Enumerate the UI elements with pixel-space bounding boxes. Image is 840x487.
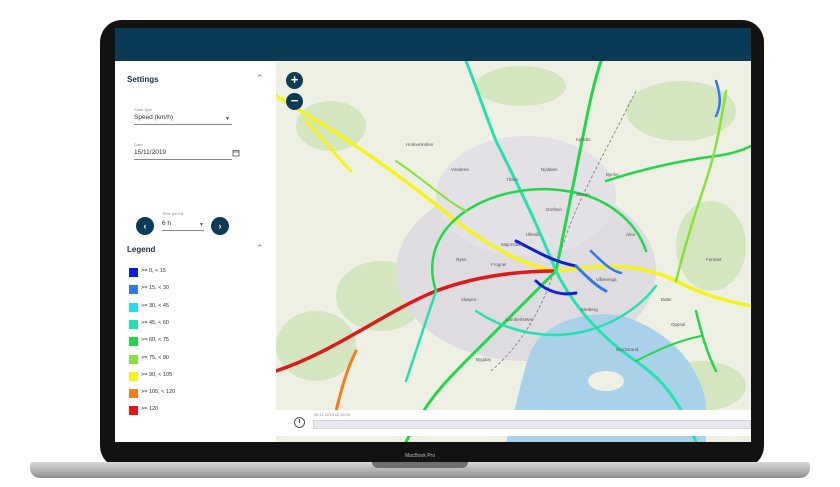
map-place-label: Nordstrand (616, 347, 639, 352)
legend-label: >= 90, < 105 (141, 371, 173, 378)
state-type-underline (134, 124, 232, 125)
park-area (476, 66, 566, 106)
laptop-screen: Settings ⌃ State type Speed (km/h) ▼ Dat… (115, 28, 751, 442)
legend-label: >= 0, < 15 (141, 268, 166, 274)
map-place-label: Vinderen (451, 167, 469, 172)
legend-swatch (129, 268, 138, 277)
legend-swatch (129, 319, 138, 329)
map-place-label: Bøler (661, 297, 672, 302)
park-area (296, 101, 366, 151)
timeline-bar: 06.11.2019 11:15:00 (276, 410, 751, 436)
traffic-map[interactable]: Ryen Bjerke Alna Lambertseter Furuset Bygdøy E… (276, 61, 751, 442)
previous-period-button[interactable]: ‹ (136, 217, 154, 235)
island (588, 371, 624, 391)
chevron-down-icon[interactable]: ▼ (225, 116, 230, 122)
legend-swatch (129, 302, 138, 312)
map-place-label: Grefsen (546, 207, 563, 212)
legend-swatch (129, 285, 138, 295)
legend-swatch (129, 406, 138, 416)
legend-label: >= 45, < 60 (141, 319, 169, 326)
zoom-out-button[interactable]: − (286, 93, 303, 110)
legend-label: >= 105, < 120 (141, 389, 176, 396)
legend-swatch (129, 371, 138, 381)
chevron-up-icon[interactable]: ⌃ (256, 73, 264, 84)
legend-label: >= 120 (141, 406, 159, 413)
sidebar: Settings ⌃ State type Speed (km/h) ▼ Dat… (115, 61, 276, 442)
date-underline (134, 159, 232, 160)
time-period-select[interactable]: 6 h (162, 220, 171, 227)
legend-swatch (129, 389, 138, 399)
legend-swatch (129, 354, 138, 364)
map-place-label: Nydalen (541, 167, 558, 172)
time-period-underline (162, 230, 204, 231)
map-place-label: Kjelsås (576, 136, 591, 142)
legend-label: >= 15, < 30 (141, 285, 169, 292)
calendar-icon[interactable] (232, 149, 240, 157)
map-place-label: Oppsal (671, 322, 685, 327)
map-place-label: Majorstuen (501, 242, 524, 247)
zoom-in-button[interactable]: + (286, 72, 303, 89)
laptop-brand-label: MacBook Pro (404, 453, 435, 459)
map-canvas[interactable]: Ryen Bjerke Alna Lambertseter Furuset Bygdøy E… (276, 61, 751, 442)
chevron-down-icon[interactable]: ▼ (199, 222, 204, 228)
map-place-label: Holmenkollen (406, 142, 434, 147)
next-period-button[interactable]: › (211, 217, 229, 235)
date-label: Date (134, 142, 143, 147)
map-place-label: Alna (626, 232, 636, 237)
legend-label: >= 30, < 45 (141, 302, 169, 309)
legend-label: >= 75, < 90 (141, 354, 169, 361)
date-input[interactable]: 15/11/2019 (134, 149, 166, 156)
laptop-notch (372, 462, 468, 468)
map-place-label: Furuset (706, 257, 722, 262)
legend-label: >= 60, < 75 (141, 337, 169, 344)
map-place-label: Ekeberg (581, 307, 598, 312)
settings-title: Settings (127, 75, 159, 84)
state-type-select[interactable]: Speed (km/h) (134, 114, 173, 121)
state-type-label: State type (134, 107, 153, 112)
timeline-slider[interactable] (313, 420, 751, 429)
chevron-up-icon[interactable]: ⌃ (256, 243, 264, 254)
park-area (276, 311, 356, 381)
time-period-label: Time period (162, 211, 183, 216)
map-place-label: Sinsen (576, 192, 590, 197)
legend-swatch (129, 337, 138, 347)
timeline-label: 06.11.2019 11:15:00 (314, 412, 351, 417)
map-place-label: Vålerenga (596, 276, 617, 282)
map-place-label: Frogner (491, 262, 507, 267)
map-place-label: Bjerke (606, 172, 619, 177)
map-place-label: Lambertseter (506, 317, 533, 322)
map-place-label: Ullevål (526, 231, 540, 237)
map-place-label: Tåsen (506, 176, 519, 182)
clock-icon (294, 417, 305, 428)
map-place-label: Bygdøy (476, 357, 492, 362)
map-place-label: Skøyen (461, 297, 477, 302)
legend-title: Legend (127, 245, 156, 254)
app-header-bar (115, 28, 751, 61)
map-place-label: Ryen (456, 257, 467, 262)
